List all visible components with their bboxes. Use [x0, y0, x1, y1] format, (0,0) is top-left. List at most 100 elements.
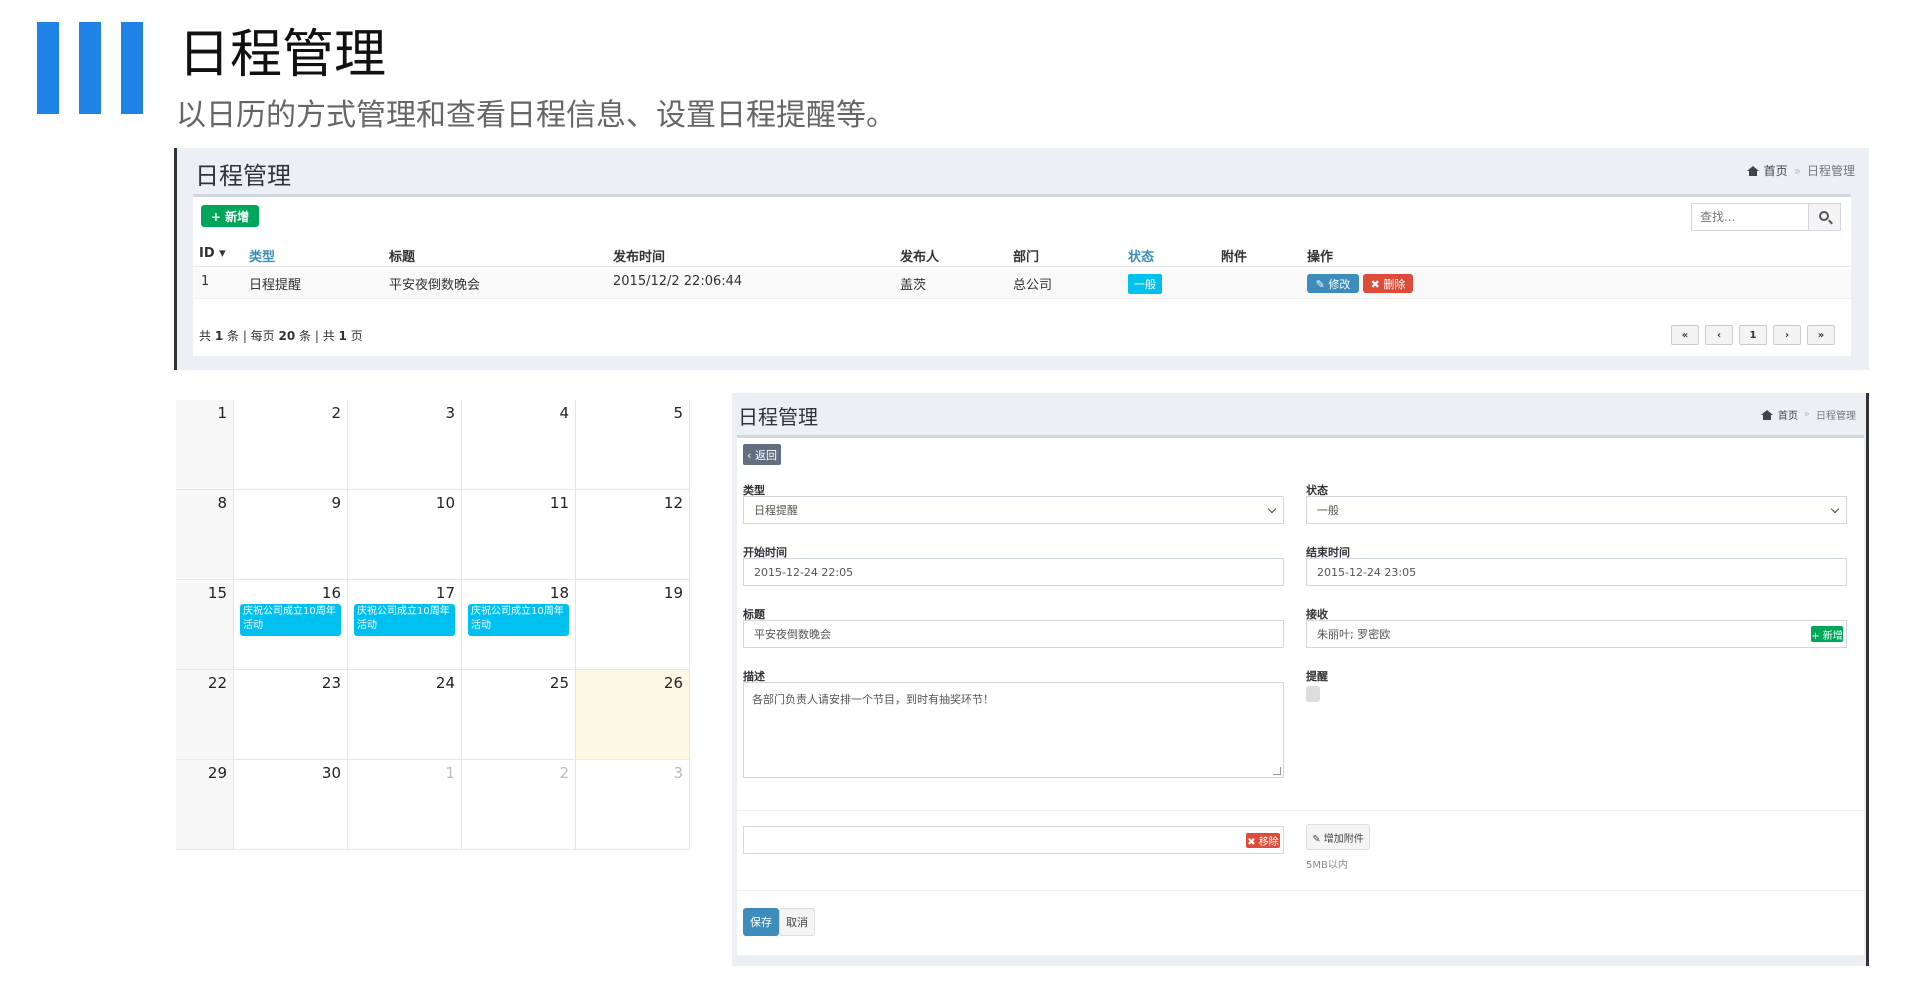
- calendar-event[interactable]: 庆祝公司成立10周年活动: [240, 604, 341, 636]
- day-number: 25: [549, 674, 569, 692]
- end-time-input[interactable]: 2015-12-24 23:05: [1306, 558, 1847, 586]
- calendar-day[interactable]: 1: [348, 760, 462, 850]
- calendar-day[interactable]: 15: [176, 580, 234, 670]
- hero-bar-1: [37, 22, 59, 114]
- form-breadcrumb: 首页 » 日程管理: [1760, 407, 1856, 422]
- col-type[interactable]: 类型: [249, 246, 275, 265]
- calendar-day[interactable]: 22: [176, 670, 234, 760]
- calendar-day[interactable]: 12: [576, 490, 690, 580]
- status-badge: 一般: [1128, 274, 1162, 294]
- form-box: ‹ 返回 类型 日程提醒 状态 一般 开始时间 2015-12-24 22:05…: [737, 435, 1864, 955]
- receiver-input[interactable]: 朱丽叶; 罗密欧 + 新增: [1306, 620, 1847, 648]
- calendar-day[interactable]: 5: [576, 400, 690, 490]
- day-number: 19: [663, 584, 683, 602]
- start-time-input[interactable]: 2015-12-24 22:05: [743, 558, 1284, 586]
- home-icon: [1746, 165, 1759, 176]
- add-button[interactable]: + 新增: [201, 205, 259, 227]
- delete-button[interactable]: ✖ 删除: [1363, 274, 1413, 293]
- calendar-day[interactable]: 2: [234, 400, 348, 490]
- add-attachment-button[interactable]: ✎ 增加附件: [1306, 824, 1370, 850]
- day-number: 16: [321, 584, 341, 602]
- table-header: ID ▾ 类型 标题 发布时间 发布人 部门 状态 附件 操作: [193, 241, 1851, 267]
- day-number: 1: [445, 764, 455, 782]
- day-number: 24: [435, 674, 455, 692]
- calendar-day[interactable]: 29: [176, 760, 234, 850]
- calendar-event[interactable]: 庆祝公司成立10周年活动: [354, 604, 455, 636]
- col-actions: 操作: [1307, 250, 1334, 265]
- edit-button[interactable]: ✎ 修改: [1307, 274, 1359, 293]
- col-id[interactable]: ID ▾: [199, 246, 226, 261]
- hero-bar-3: [121, 22, 143, 114]
- title-input[interactable]: 平安夜倒数晚会: [743, 620, 1284, 648]
- page-1-button[interactable]: 1: [1739, 325, 1767, 345]
- chevron-down-icon: [1267, 504, 1277, 514]
- calendar-day[interactable]: 24: [348, 670, 462, 760]
- cell-time: 2015/12/2 22:06:44: [613, 274, 743, 289]
- col-status[interactable]: 状态: [1128, 246, 1154, 265]
- calendar-day[interactable]: 1: [176, 400, 234, 490]
- calendar-day[interactable]: 3: [348, 400, 462, 490]
- day-number: 2: [331, 404, 341, 422]
- last-page-button[interactable]: »: [1807, 325, 1835, 345]
- day-number: 11: [549, 494, 569, 512]
- calendar-event[interactable]: 庆祝公司成立10周年活动: [468, 604, 569, 636]
- next-page-button[interactable]: ›: [1773, 325, 1801, 345]
- calendar-day[interactable]: 17 庆祝公司成立10周年活动: [348, 580, 462, 670]
- calendar-day[interactable]: 23: [234, 670, 348, 760]
- prev-page-button[interactable]: ‹: [1705, 325, 1733, 345]
- desc-textarea[interactable]: 各部门负责人请安排一个节目，到时有抽奖环节！: [743, 682, 1284, 778]
- search-button[interactable]: [1809, 203, 1841, 231]
- calendar-day[interactable]: 8: [176, 490, 234, 580]
- cell-type: 日程提醒: [249, 278, 302, 293]
- form-panel-title: 日程管理: [738, 405, 818, 429]
- day-number: 17: [435, 584, 455, 602]
- save-button[interactable]: 保存: [743, 908, 779, 936]
- remind-checkbox[interactable]: [1306, 686, 1320, 702]
- back-button[interactable]: ‹ 返回: [743, 444, 781, 465]
- calendar-day[interactable]: 11: [462, 490, 576, 580]
- hero-title: 日程管理: [178, 25, 387, 85]
- list-panel: 日程管理 首页 » 日程管理 + 新增 ID ▾ 类型 标题 发布时间 发布人 …: [174, 148, 1869, 370]
- col-dept: 部门: [1013, 250, 1040, 265]
- divider: [737, 810, 1864, 811]
- form-panel: 日程管理 首页 » 日程管理 ‹ 返回 类型 日程提醒 状态 一般 开始时间 2…: [732, 393, 1869, 966]
- calendar-day[interactable]: 26: [576, 670, 690, 760]
- day-number: 4: [559, 404, 569, 422]
- day-number: 8: [217, 494, 227, 512]
- calendar-day[interactable]: 30: [234, 760, 348, 850]
- first-page-button[interactable]: «: [1671, 325, 1699, 345]
- type-select[interactable]: 日程提醒: [743, 496, 1284, 524]
- calendar-day[interactable]: 10: [348, 490, 462, 580]
- search-input[interactable]: [1691, 203, 1809, 231]
- day-number: 29: [207, 764, 227, 782]
- list-box: + 新增 ID ▾ 类型 标题 发布时间 发布人 部门 状态 附件 操作 1 日…: [193, 194, 1851, 356]
- remove-attachment-button[interactable]: ✖ 移除: [1246, 833, 1280, 848]
- col-time: 发布时间: [613, 250, 666, 265]
- calendar-day[interactable]: 19: [576, 580, 690, 670]
- page: { "hero": { "title": "日程管理", "subtitle":…: [0, 0, 1905, 1007]
- calendar-day[interactable]: 3: [576, 760, 690, 850]
- day-number: 26: [663, 674, 683, 692]
- day-number: 5: [673, 404, 683, 422]
- calendar-day[interactable]: 25: [462, 670, 576, 760]
- total-count: 1: [214, 329, 224, 343]
- breadcrumb-separator: »: [1803, 409, 1810, 420]
- resize-handle[interactable]: [1273, 767, 1281, 775]
- day-number: 10: [435, 494, 455, 512]
- breadcrumb-home[interactable]: 首页: [1764, 162, 1788, 179]
- calendar-day[interactable]: 2: [462, 760, 576, 850]
- pagination: « ‹ 1 › »: [1671, 325, 1835, 345]
- add-receiver-button[interactable]: + 新增: [1811, 626, 1843, 642]
- calendar-day[interactable]: 16 庆祝公司成立10周年活动: [234, 580, 348, 670]
- table-row[interactable]: 1 日程提醒 平安夜倒数晚会 2015/12/2 22:06:44 盖茨 总公司…: [193, 269, 1851, 299]
- calendar-day[interactable]: 4: [462, 400, 576, 490]
- calendar-day[interactable]: 9: [234, 490, 348, 580]
- status-select[interactable]: 一般: [1306, 496, 1847, 524]
- day-number: 18: [549, 584, 569, 602]
- cell-id: 1: [201, 274, 210, 289]
- breadcrumb-home[interactable]: 首页: [1778, 407, 1798, 422]
- per-page: 20: [278, 329, 296, 343]
- attachment-input[interactable]: ✖ 移除: [743, 826, 1284, 854]
- cancel-button[interactable]: 取消: [779, 908, 815, 936]
- calendar-day[interactable]: 18 庆祝公司成立10周年活动: [462, 580, 576, 670]
